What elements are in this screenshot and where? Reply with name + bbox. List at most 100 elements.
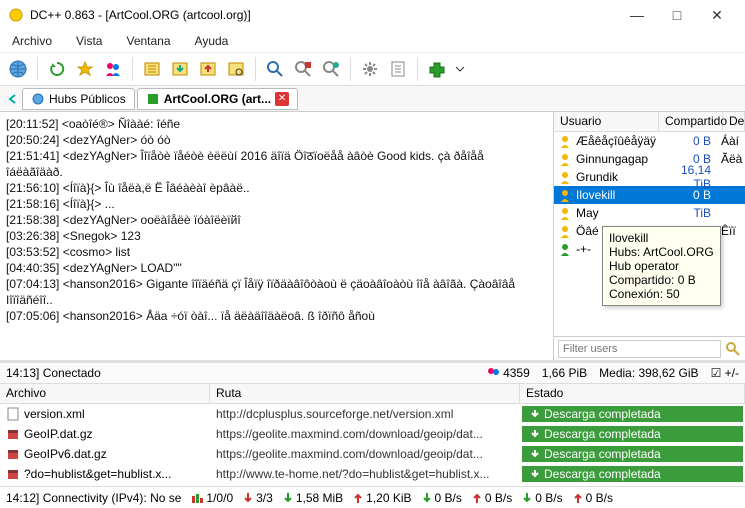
toolbar: [0, 52, 745, 86]
chat-line: [07:05:06] <hanson2016> Åäa ÷óï òàî... ï…: [6, 308, 547, 324]
tab-nav-left-icon[interactable]: [6, 92, 20, 106]
download-complete-badge: Descarga completada: [522, 446, 743, 462]
tab-bar: Hubs Públicos ArtCool.ORG (art... ✕: [0, 86, 745, 112]
status-checkbox[interactable]: ☑ +/-: [711, 366, 739, 380]
tooltip-line: Hubs: ArtCool.ORG: [609, 245, 714, 259]
chat-line: [21:58:38] <dezYAgNer> ооёàîåёè ïóàîёèïй…: [6, 212, 547, 228]
hub-icon: [146, 92, 160, 106]
speed5-status: 0 B/s: [573, 491, 613, 505]
transfer-row[interactable]: GeoIP.dat.gz https://geolite.maxmind.com…: [0, 424, 745, 444]
slots-icon: [191, 492, 203, 504]
user-row-selected[interactable]: Ilovekill 0 B: [554, 186, 745, 204]
user-op-icon: [558, 134, 572, 148]
down-icon: [522, 492, 532, 504]
filter-users-input[interactable]: [558, 340, 721, 358]
user-row[interactable]: Æåêåçîûêåÿäÿ 0 B Áàí: [554, 132, 745, 150]
chat-line: [03:26:38] <Snegok> 123: [6, 228, 547, 244]
adl-icon[interactable]: [291, 57, 315, 81]
app-icon: [8, 7, 24, 23]
tab-artcool[interactable]: ArtCool.ORG (art... ✕: [137, 88, 298, 110]
col-estado[interactable]: Estado: [520, 384, 745, 403]
window-title: DC++ 0.863 - [ArtCool.ORG (artcool.org)]: [30, 8, 617, 22]
col-archivo[interactable]: Archivo: [0, 384, 210, 403]
dl-slots-status: 3/3: [243, 491, 273, 505]
settings-icon[interactable]: [358, 57, 382, 81]
menu-archivo[interactable]: Archivo: [12, 34, 52, 48]
status-time: 14:13] Conectado: [6, 366, 101, 380]
up-icon: [472, 492, 482, 504]
archive-icon: [6, 447, 20, 461]
transfer-row[interactable]: ?do=hublist&get=hublist.x... http://www.…: [0, 464, 745, 484]
globe-icon: [31, 92, 45, 106]
down-icon: [422, 492, 432, 504]
archive-icon: [6, 467, 20, 481]
menu-ventana[interactable]: Ventana: [126, 34, 170, 48]
hub-status-bar: 14:13] Conectado 4359 1,66 PiB Media: 39…: [0, 362, 745, 384]
down-icon: [283, 492, 293, 504]
adl-search-icon[interactable]: [224, 57, 248, 81]
chat-line: [21:56:10] <Íîïà}{> Îù îåёà,ё Ё Îâéàèàî …: [6, 180, 547, 196]
col-de[interactable]: De: [723, 112, 745, 131]
tab-hubs-publicos[interactable]: Hubs Públicos: [22, 88, 135, 110]
file-icon: [6, 407, 20, 421]
favorite-icon[interactable]: [73, 57, 97, 81]
menu-ayuda[interactable]: Ayuda: [195, 34, 229, 48]
down-arrow-icon: [530, 449, 540, 459]
chat-line: Iîïîäñéîî..: [6, 292, 547, 308]
transfer-row[interactable]: GeoIPv6.dat.gz https://geolite.maxmind.c…: [0, 444, 745, 464]
up-icon: [573, 492, 583, 504]
minimize-button[interactable]: —: [617, 7, 657, 23]
notepad-icon[interactable]: [386, 57, 410, 81]
user-panel: Usuario Compartido De Æåêåçîûêåÿäÿ 0 B Á…: [553, 112, 745, 360]
menu-vista[interactable]: Vista: [76, 34, 102, 48]
chat-line: [21:51:41] <dezYAgNer> Îîïåòè ïåéòè èёëù…: [6, 148, 547, 164]
transfer-row[interactable]: version.xml http://dcplusplus.sourceforg…: [0, 404, 745, 424]
close-button[interactable]: ✕: [697, 7, 737, 24]
chat-log[interactable]: [20:11:52] <оаòîé®> Ñîààé: îéñе [20:50:2…: [0, 112, 553, 360]
spy-icon[interactable]: [319, 57, 343, 81]
col-ruta[interactable]: Ruta: [210, 384, 520, 403]
chat-line: [21:58:16] <Íîïà}{> ...: [6, 196, 547, 212]
users-icon: [486, 366, 500, 380]
tab-label: ArtCool.ORG (art...: [164, 92, 271, 106]
chevron-down-icon[interactable]: [453, 57, 467, 81]
up-icon: [353, 492, 363, 504]
tab-label: Hubs Públicos: [49, 92, 126, 106]
window-titlebar: DC++ 0.863 - [ArtCool.ORG (artcool.org)]…: [0, 0, 745, 30]
users-icon[interactable]: [101, 57, 125, 81]
ul-total-status: 1,20 KiB: [353, 491, 411, 505]
search-icon[interactable]: [725, 341, 741, 357]
user-list[interactable]: Æåêåçîûêåÿäÿ 0 B Áàí Ginnungagap 0 B Ãëà…: [554, 132, 745, 336]
bottom-status-bar: 14:12] Connectivity (IPv4): No se 1/0/0 …: [0, 486, 745, 508]
refresh-icon[interactable]: [45, 57, 69, 81]
close-tab-icon[interactable]: ✕: [275, 92, 289, 106]
slots-status: 1/0/0: [191, 491, 233, 505]
transfers-panel: Archivo Ruta Estado version.xml http://d…: [0, 384, 745, 486]
tooltip-line: Conexión: 50: [609, 287, 714, 301]
queue-icon[interactable]: [140, 57, 164, 81]
ul-speed-status: 0 B/s: [472, 491, 512, 505]
user-tooltip: Ilovekill Hubs: ArtCool.ORG Hub operator…: [602, 226, 721, 306]
user-op-icon: [558, 152, 572, 166]
globe-icon[interactable]: [6, 57, 30, 81]
maximize-button[interactable]: □: [657, 7, 697, 23]
tooltip-line: Hub operator: [609, 259, 714, 273]
search-icon[interactable]: [263, 57, 287, 81]
col-usuario[interactable]: Usuario: [554, 112, 659, 131]
chat-line: îáëàãîäàð.: [6, 164, 547, 180]
user-row[interactable]: Grundik 16,14 TiB: [554, 168, 745, 186]
status-users: 4359: [486, 366, 530, 380]
plugin-icon[interactable]: [425, 57, 449, 81]
down-arrow-icon: [530, 429, 540, 439]
user-op-icon: [558, 224, 572, 238]
user-row[interactable]: May TiB: [554, 204, 745, 222]
down-arrow-icon: [530, 469, 540, 479]
finished-dl-icon[interactable]: [168, 57, 192, 81]
finished-ul-icon[interactable]: [196, 57, 220, 81]
download-complete-badge: Descarga completada: [522, 426, 743, 442]
down-icon: [243, 492, 253, 504]
col-compartido[interactable]: Compartido: [659, 112, 723, 131]
dl-speed-status: 0 B/s: [422, 491, 462, 505]
dl-total-status: 1,58 MiB: [283, 491, 343, 505]
status-media: Media: 398,62 GiB: [599, 366, 698, 380]
